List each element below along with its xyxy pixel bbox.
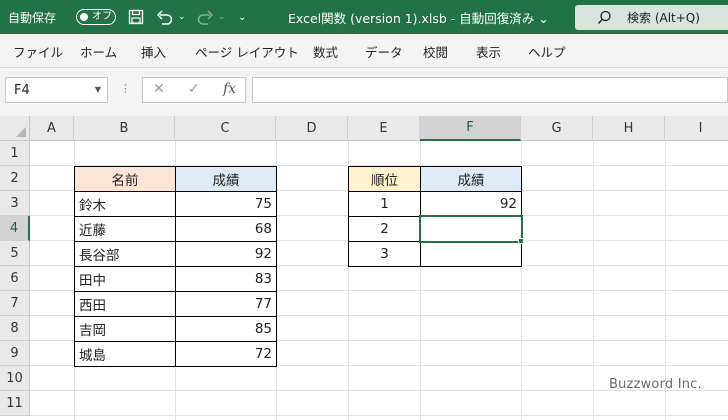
- autosave-label: 自動保存: [8, 10, 57, 25]
- tab-view[interactable]: 表示: [476, 34, 501, 68]
- active-cell-selection[interactable]: [419, 215, 523, 243]
- search-icon: [597, 10, 612, 29]
- title-bar: 自動保存 オフ ⌄ ⌄ ⌄ Excel関数 (version 1).xlsb -…: [0, 0, 728, 34]
- table1-name-cell[interactable]: 長谷部: [74, 241, 176, 267]
- select-all-button[interactable]: [0, 116, 30, 141]
- formula-bar: F4 ▼ ⋮ ✕ ✓ fx: [0, 68, 728, 116]
- document-title[interactable]: Excel関数 (version 1).xlsb - 自動回復済み ⌄: [288, 0, 549, 34]
- tab-review[interactable]: 校閲: [423, 34, 448, 68]
- undo-dropdown-icon[interactable]: ⌄: [178, 0, 186, 34]
- table1-score-cell[interactable]: 77: [175, 291, 277, 317]
- row-header-1[interactable]: 1: [0, 141, 30, 166]
- toggle-knob: [80, 12, 88, 21]
- name-box[interactable]: F4 ▼: [5, 77, 108, 103]
- table1-header-score[interactable]: 成績: [175, 166, 277, 192]
- tab-data[interactable]: データ: [365, 34, 403, 68]
- name-box-dropdown-icon[interactable]: ▼: [95, 85, 101, 94]
- row-header-6[interactable]: 6: [0, 266, 30, 291]
- table2-rank-cell[interactable]: 1: [348, 191, 421, 217]
- name-box-value: F4: [14, 83, 30, 98]
- autosave-toggle[interactable]: オフ: [76, 9, 116, 25]
- row-header-7[interactable]: 7: [0, 291, 30, 316]
- table1-score-cell[interactable]: 68: [175, 216, 277, 242]
- worksheet-grid: A B C D E F G H I 1 2 3 4 5 6 7 8 9 10 1…: [0, 116, 728, 420]
- column-header-g[interactable]: G: [521, 116, 593, 141]
- tab-insert[interactable]: 挿入: [141, 34, 166, 68]
- column-header-i[interactable]: I: [665, 116, 728, 141]
- table1-name-cell[interactable]: 鈴木: [74, 191, 176, 217]
- cancel-icon[interactable]: ✕: [153, 81, 165, 97]
- table2-header-score[interactable]: 成績: [420, 166, 522, 192]
- redo-icon[interactable]: [196, 0, 214, 34]
- row-header-5[interactable]: 5: [0, 241, 30, 266]
- table1-score-cell[interactable]: 83: [175, 266, 277, 292]
- tab-home[interactable]: ホーム: [80, 34, 117, 68]
- watermark: Buzzword Inc.: [609, 377, 702, 392]
- row-header-4[interactable]: 4: [0, 216, 30, 241]
- column-header-e[interactable]: E: [348, 116, 420, 141]
- insert-function-icon[interactable]: fx: [223, 81, 236, 97]
- row-header-11[interactable]: 11: [0, 391, 30, 416]
- column-header-d[interactable]: D: [276, 116, 348, 141]
- column-header-f[interactable]: F: [420, 116, 521, 141]
- table2-score-cell[interactable]: 92: [420, 191, 522, 217]
- row-header-8[interactable]: 8: [0, 316, 30, 341]
- tab-page-layout[interactable]: ページ レイアウト: [195, 34, 299, 68]
- autosave-state: オフ: [92, 11, 112, 22]
- column-header-b[interactable]: B: [74, 116, 175, 141]
- undo-icon[interactable]: [156, 0, 174, 34]
- save-icon[interactable]: [128, 0, 144, 34]
- table1-score-cell[interactable]: 92: [175, 241, 277, 267]
- table1-name-cell[interactable]: 城島: [74, 341, 176, 367]
- table1-score-cell[interactable]: 85: [175, 316, 277, 342]
- customize-qat-icon[interactable]: ⌄: [238, 0, 246, 34]
- row-header-3[interactable]: 3: [0, 191, 30, 216]
- tab-help[interactable]: ヘルプ: [528, 34, 566, 68]
- enter-icon[interactable]: ✓: [188, 81, 200, 97]
- table2-score-cell[interactable]: [420, 241, 522, 267]
- select-all-triangle-icon: [16, 127, 26, 137]
- row-header-2[interactable]: 2: [0, 166, 30, 191]
- column-header-c[interactable]: C: [175, 116, 276, 141]
- table1-name-cell[interactable]: 西田: [74, 291, 176, 317]
- table2-rank-cell[interactable]: 3: [348, 241, 421, 267]
- ribbon-tabs: ファイル ホーム 挿入 ページ レイアウト 数式 データ 校閲 表示 ヘルプ: [0, 34, 728, 68]
- tab-file[interactable]: ファイル: [13, 34, 63, 68]
- table1-score-cell[interactable]: 72: [175, 341, 277, 367]
- row-header-9[interactable]: 9: [0, 341, 30, 366]
- formula-input[interactable]: [252, 77, 728, 103]
- table2-header-rank[interactable]: 順位: [348, 166, 421, 192]
- table1-name-cell[interactable]: 近藤: [74, 216, 176, 242]
- fill-handle[interactable]: [518, 238, 524, 244]
- column-header-a[interactable]: A: [30, 116, 74, 141]
- drag-handle-icon[interactable]: ⋮: [120, 82, 131, 95]
- table1-name-cell[interactable]: 吉岡: [74, 316, 176, 342]
- table2-rank-cell[interactable]: 2: [348, 216, 421, 242]
- row-header-10[interactable]: 10: [0, 366, 30, 391]
- search-box[interactable]: 検索 (Alt+Q): [575, 5, 728, 30]
- column-header-h[interactable]: H: [593, 116, 665, 141]
- tab-formulas[interactable]: 数式: [313, 34, 338, 68]
- search-label: 検索 (Alt+Q): [627, 11, 700, 25]
- table1-score-cell[interactable]: 75: [175, 191, 277, 217]
- table1-header-name[interactable]: 名前: [74, 166, 176, 192]
- redo-dropdown-icon[interactable]: ⌄: [218, 0, 226, 34]
- formula-buttons: ✕ ✓ fx: [142, 77, 246, 103]
- table1-name-cell[interactable]: 田中: [74, 266, 176, 292]
